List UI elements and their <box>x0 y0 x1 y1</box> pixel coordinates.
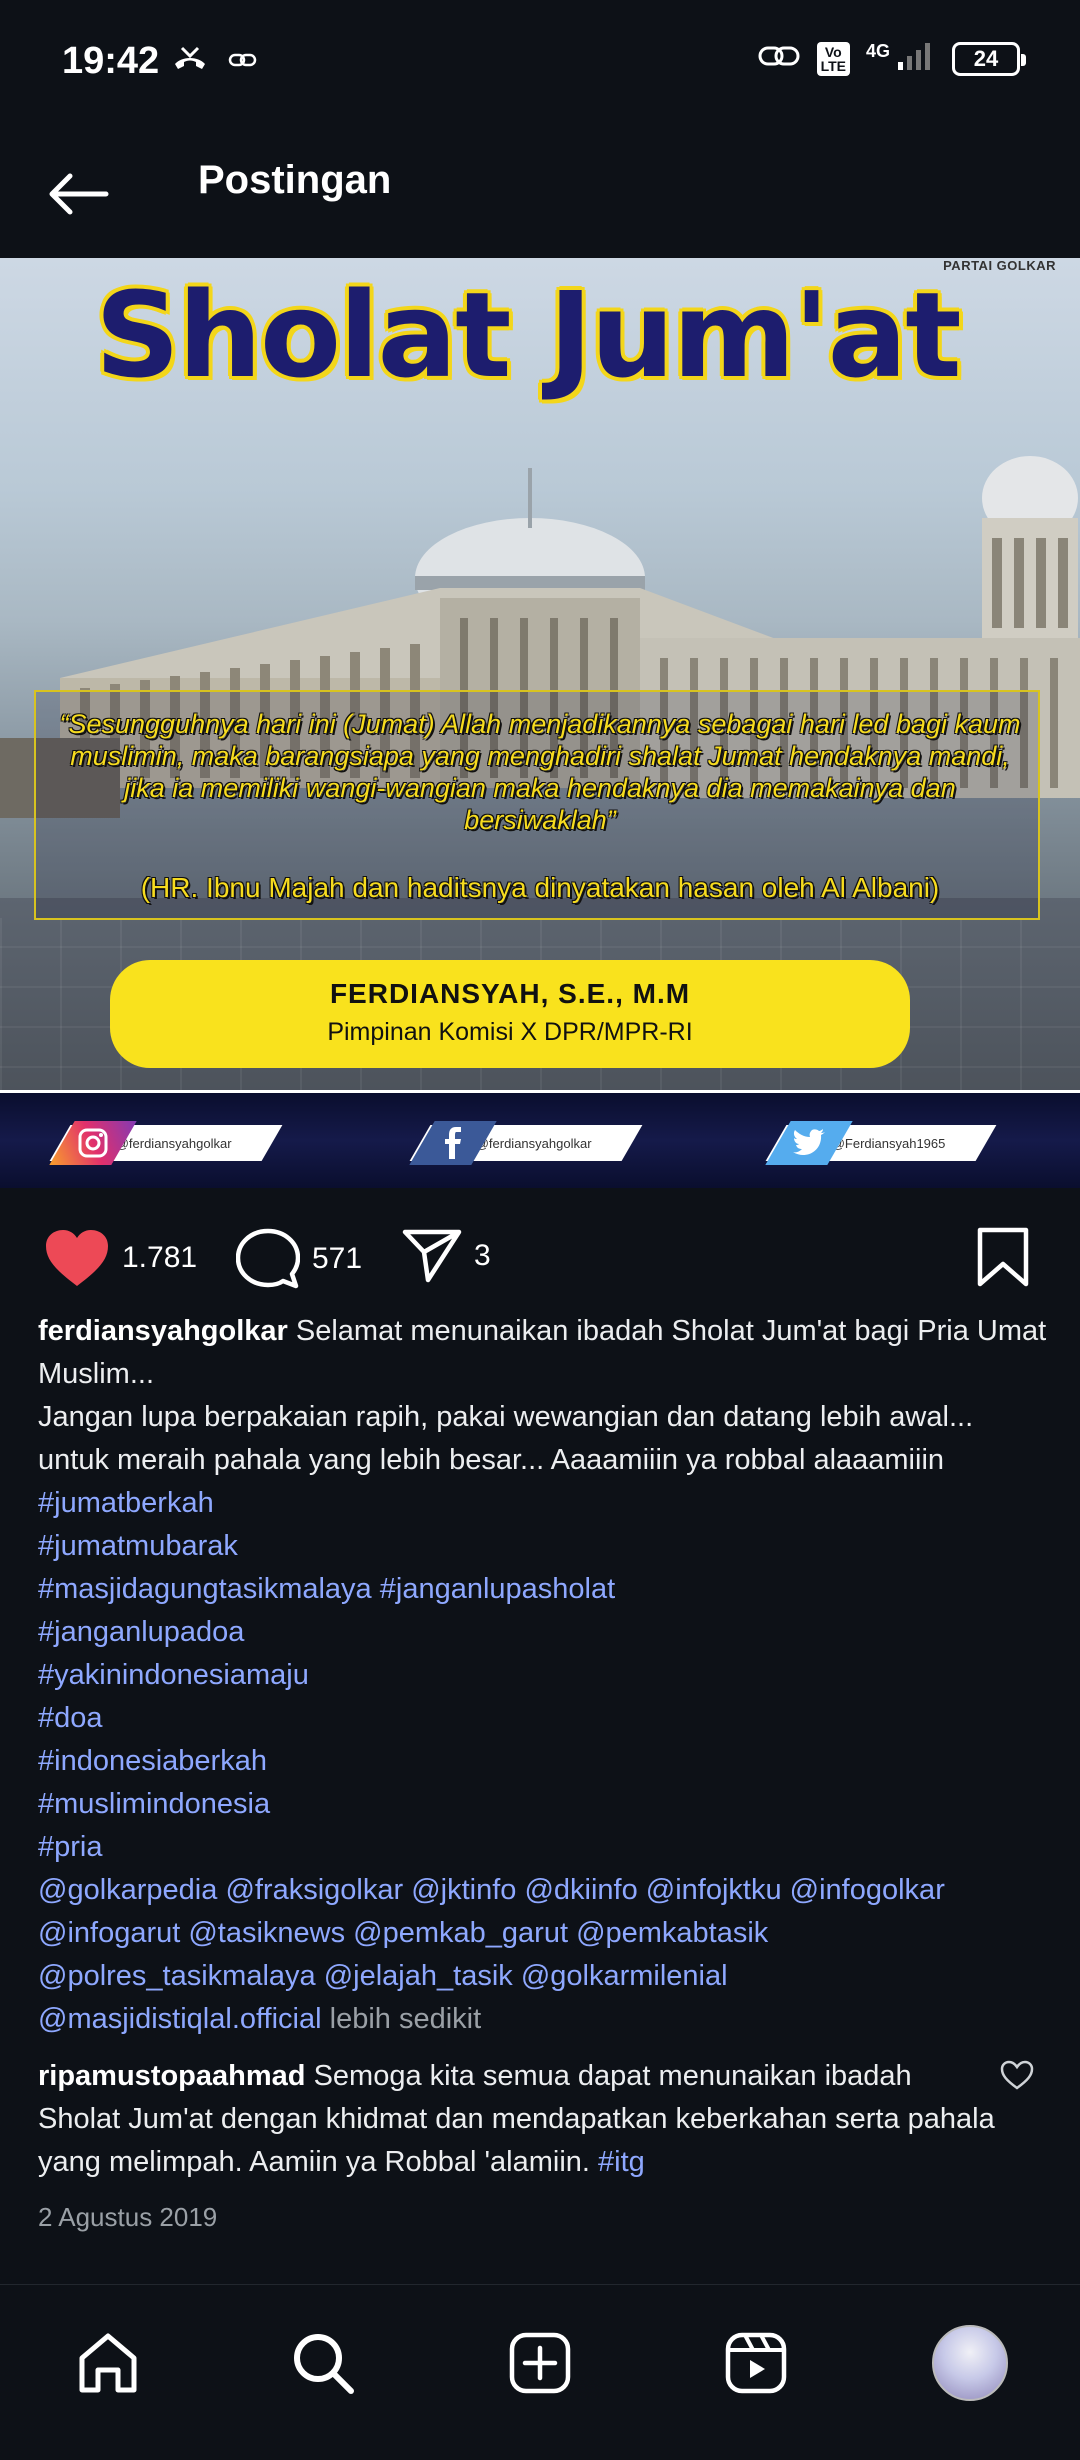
status-left-icons <box>172 44 258 81</box>
save-button[interactable] <box>976 1226 1030 1293</box>
nav-create[interactable] <box>500 2323 580 2403</box>
mentions-line[interactable]: @polres_tasikmalaya @jelajah_tasik @golk… <box>38 1955 1048 1998</box>
missed-call-icon <box>172 44 208 81</box>
comment-hashtag[interactable]: #itg <box>598 2146 645 2178</box>
name-banner: FERDIANSYAH, S.E., M.M Pimpinan Komisi X… <box>110 960 910 1068</box>
share-count: 3 <box>474 1239 491 1272</box>
heart-outline-icon[interactable] <box>1000 2060 1034 2090</box>
show-less-link[interactable]: lebih sedikit <box>330 2003 482 2035</box>
comment-like-button[interactable] <box>1000 2060 1034 2095</box>
hashtag[interactable]: #masjidagungtasikmalaya <box>38 1573 372 1605</box>
hotspot-icon <box>757 40 801 77</box>
mention[interactable]: @masjidistiqlal.official <box>38 2003 322 2035</box>
hadith-quote: “Sesungguhnya hari ini (Jumat) Allah men… <box>59 709 1021 835</box>
hashtag[interactable]: #doa <box>38 1697 1048 1740</box>
caption-intro: ferdiansyahgolkar Selamat menunaikan iba… <box>38 1310 1048 1396</box>
social-facebook: @ferdiansyahgolkar <box>409 1121 643 1165</box>
add-post-icon[interactable] <box>509 2332 571 2394</box>
page-title: Postingan <box>198 158 392 202</box>
comment-icon[interactable] <box>236 1228 300 1290</box>
twitter-handle: @Ferdiansyah1965 <box>832 1135 946 1151</box>
comment-action[interactable]: 571 <box>236 1228 362 1290</box>
post-actions: 1.781 571 3 <box>0 1188 1080 1318</box>
nav-reels[interactable] <box>716 2323 796 2403</box>
hashtag[interactable]: #pria <box>38 1826 1048 1869</box>
status-bar: 19:42 Vo LTE 4G 24 <box>0 0 1080 130</box>
link-icon <box>228 49 258 76</box>
search-icon[interactable] <box>291 2331 355 2395</box>
like-count: 1.781 <box>122 1241 198 1274</box>
hashtag[interactable]: #jumatberkah <box>38 1482 1048 1525</box>
post-date: 2 Agustus 2019 <box>38 2202 218 2232</box>
mentions-last-line: @masjidistiqlal.official lebih sedikit <box>38 1998 1048 2041</box>
post-caption: ferdiansyahgolkar Selamat menunaikan iba… <box>38 1310 1048 2041</box>
battery-icon: 24 <box>952 41 1026 76</box>
mentions-line[interactable]: @infogarut @tasiknews @pemkab_garut @pem… <box>38 1912 1048 1955</box>
status-time: 19:42 <box>62 40 160 82</box>
comment-count: 571 <box>312 1242 363 1275</box>
comment-item: ripamustopaahmad Semoga kita semua dapat… <box>38 2055 998 2184</box>
reels-icon[interactable] <box>725 2332 787 2394</box>
social-instagram: @ferdiansyahgolkar <box>49 1121 283 1165</box>
hadith-source: (HR. Ibnu Majah dan haditsnya dinyatakan… <box>140 872 940 903</box>
hashtag[interactable]: #janganlupasholat <box>380 1573 615 1605</box>
arrow-left-icon <box>49 173 109 215</box>
share-action[interactable]: 3 <box>402 1228 491 1284</box>
home-icon[interactable] <box>76 2332 140 2394</box>
mentions-line[interactable]: @golkarpedia @fraksigolkar @jktinfo @dki… <box>38 1869 1048 1912</box>
nav-search[interactable] <box>283 2323 363 2403</box>
facebook-handle: @ferdiansyahgolkar <box>476 1135 592 1151</box>
nav-profile[interactable] <box>930 2323 1010 2403</box>
hashtag[interactable]: #janganlupadoa <box>38 1611 1048 1654</box>
hashtag[interactable]: #indonesiaberkah <box>38 1740 1048 1783</box>
hashtag[interactable]: #muslimindonesia <box>38 1783 1048 1826</box>
header: Postingan <box>0 130 1080 258</box>
nav-home[interactable] <box>68 2323 148 2403</box>
network-type: 4G <box>865 40 890 61</box>
hashtag-pair: #masjidagungtasikmalaya #janganlupashola… <box>38 1568 1048 1611</box>
person-role: Pimpinan Komisi X DPR/MPR-RI <box>327 1018 693 1046</box>
person-name: FERDIANSYAH, S.E., M.M <box>329 978 691 1009</box>
status-right-icons: Vo LTE 4G 24 <box>757 40 1026 77</box>
bookmark-icon[interactable] <box>976 1226 1030 1288</box>
post-image[interactable]: PARTAI GOLKAR Sholat Jum'at “Sesungguhny… <box>0 258 1080 1188</box>
back-button[interactable] <box>40 156 116 232</box>
profile-avatar[interactable] <box>932 2325 1008 2401</box>
heart-filled-icon[interactable] <box>44 1228 110 1288</box>
signal-icon <box>896 40 936 77</box>
hashtag[interactable]: #yakinindonesiamaju <box>38 1654 1048 1697</box>
poster-title: Sholat Jum'at <box>95 266 962 404</box>
instagram-handle: @ferdiansyahgolkar <box>116 1135 232 1151</box>
like-action[interactable]: 1.781 <box>44 1228 197 1288</box>
caption-text-2: Jangan lupa berpakaian rapih, pakai wewa… <box>38 1401 974 1476</box>
comment-username[interactable]: ripamustopaahmad <box>38 2060 306 2092</box>
hashtag[interactable]: #jumatmubarak <box>38 1525 1048 1568</box>
bottom-nav <box>0 2284 1080 2460</box>
send-icon[interactable] <box>402 1228 462 1284</box>
social-twitter: @Ferdiansyah1965 <box>765 1121 997 1165</box>
volte-badge: Vo LTE <box>816 41 850 76</box>
brand-tag: PARTAI GOLKAR <box>943 258 1056 273</box>
caption-username[interactable]: ferdiansyahgolkar <box>38 1315 288 1347</box>
social-strip: @ferdiansyahgolkar @ferdiansyahgolkar @F… <box>0 1090 1080 1188</box>
